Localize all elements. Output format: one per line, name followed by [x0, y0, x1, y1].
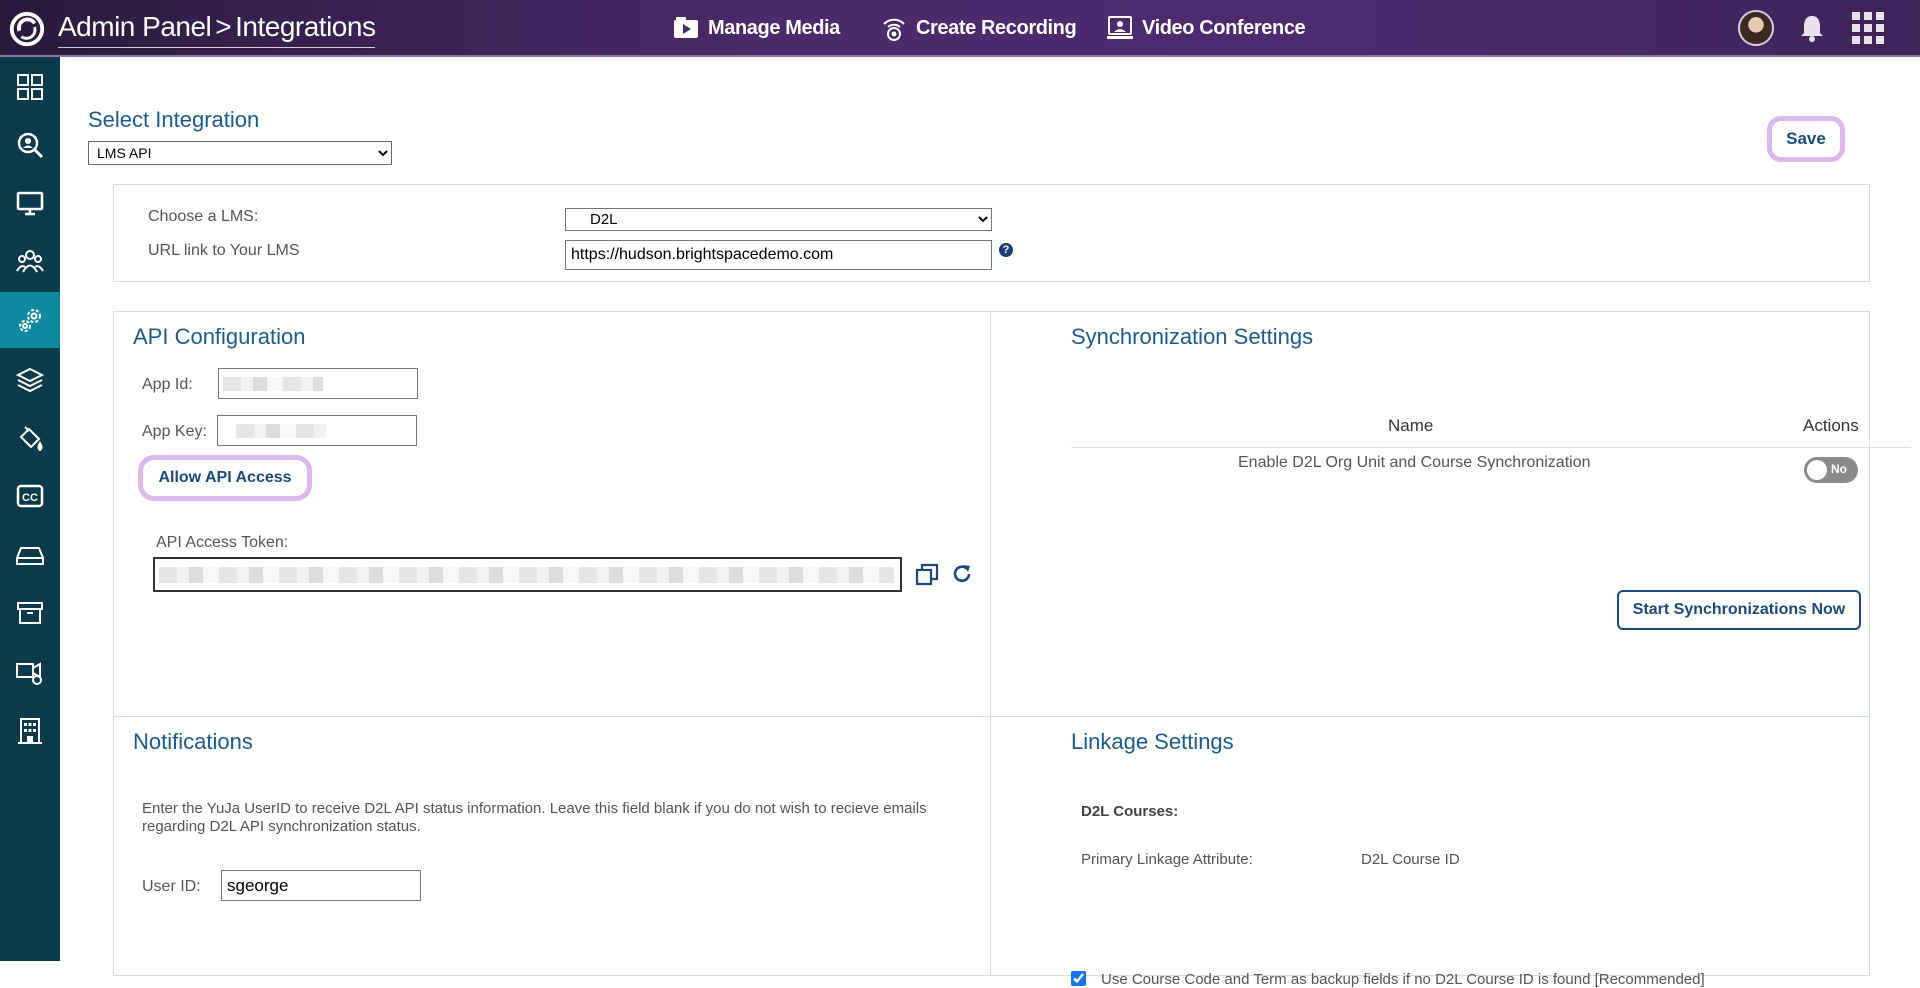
- apps-grid-icon[interactable]: [1852, 12, 1884, 44]
- notifications-heading: Notifications: [133, 729, 253, 754]
- breadcrumb: Admin Panel > Integrations: [58, 11, 376, 48]
- app-id-label: App Id:: [142, 376, 193, 393]
- api-token-redacted: [159, 567, 894, 583]
- user-id-label: User ID:: [142, 878, 201, 895]
- lms-settings-panel: Choose a LMS: D2L URL link to Your LMS ?: [113, 184, 1870, 282]
- api-access-token-field[interactable]: [153, 557, 902, 592]
- camera-settings-icon: [16, 662, 42, 685]
- backup-fields-label: Use Course Code and Term as backup field…: [1101, 971, 1705, 988]
- sidebar-item-institution[interactable]: [0, 703, 60, 759]
- video-conference-button[interactable]: Video Conference: [1106, 12, 1306, 44]
- sidebar-item-captions[interactable]: CC: [0, 468, 60, 524]
- page-title: Select Integration: [88, 107, 260, 132]
- breadcrumb-integrations: Integrations: [235, 11, 376, 42]
- sidebar-item-dashboard[interactable]: [0, 59, 60, 115]
- dashboard-icon: [17, 74, 43, 100]
- user-id-input[interactable]: [221, 870, 421, 901]
- synchronization-settings-panel: Synchronization Settings Name Actions En…: [990, 311, 1911, 717]
- manage-media-button[interactable]: Manage Media: [672, 12, 840, 44]
- video-conference-label: Video Conference: [1142, 16, 1306, 39]
- sidebar-item-monitor[interactable]: [0, 175, 60, 231]
- primary-linkage-value: D2L Course ID: [1361, 851, 1460, 868]
- storage-drive-icon: [16, 547, 44, 565]
- notifications-panel: Notifications Enter the YuJa UserID to r…: [113, 716, 991, 976]
- toggle-state-label: No: [1831, 462, 1847, 476]
- app-key-redacted: [236, 424, 326, 438]
- manage-media-label: Manage Media: [708, 16, 840, 39]
- help-icon[interactable]: ?: [999, 243, 1013, 257]
- yuja-logo-icon[interactable]: [8, 10, 46, 48]
- avatar[interactable]: [1738, 10, 1774, 46]
- toggle-knob: [1807, 460, 1827, 480]
- lms-url-input[interactable]: [565, 240, 992, 270]
- name-column-header: Name: [1388, 416, 1434, 435]
- api-configuration-panel: API Configuration App Id: App Key: Allow…: [113, 311, 991, 717]
- d2l-courses-label: D2L Courses:: [1081, 803, 1179, 820]
- layers-icon: [15, 367, 45, 393]
- app-id-input[interactable]: [218, 368, 418, 399]
- lms-select[interactable]: D2L: [565, 208, 992, 231]
- video-conference-icon: [1107, 16, 1133, 39]
- sidebar-item-settings[interactable]: [0, 292, 60, 348]
- start-synchronizations-button[interactable]: Start Synchronizations Now: [1617, 590, 1861, 630]
- integration-select[interactable]: LMS API: [88, 141, 392, 165]
- backup-fields-checkbox[interactable]: [1071, 971, 1086, 986]
- create-recording-label: Create Recording: [916, 16, 1077, 39]
- media-folder-icon: [674, 17, 698, 38]
- breadcrumb-separator: >: [215, 11, 232, 42]
- app-key-input[interactable]: [217, 415, 417, 446]
- paint-bucket-icon: [19, 426, 43, 452]
- sidebar-item-devices[interactable]: [0, 644, 60, 700]
- create-recording-button[interactable]: Create Recording: [880, 12, 1077, 44]
- main-content: Select Integration LMS API Save Choose a…: [60, 57, 1920, 988]
- sidebar-item-storage[interactable]: [0, 527, 60, 583]
- sidebar-item-archive[interactable]: [0, 585, 60, 641]
- top-bar: Admin Panel > Integrations Manage Media Cr…: [0, 0, 1920, 57]
- building-icon: [18, 718, 42, 744]
- sidebar: CC: [0, 57, 60, 961]
- lms-url-label: URL link to Your LMS: [148, 242, 300, 259]
- copy-icon[interactable]: [914, 562, 940, 588]
- monitor-icon: [16, 191, 44, 216]
- search-icon: [17, 132, 44, 159]
- sidebar-item-search[interactable]: [0, 117, 60, 173]
- users-icon: [16, 250, 44, 273]
- sync-row-name: Enable D2L Org Unit and Course Synchroni…: [1238, 454, 1591, 471]
- archive-icon: [17, 602, 43, 624]
- closed-captions-icon: CC: [16, 484, 44, 508]
- app-key-label: App Key:: [142, 423, 207, 440]
- sidebar-item-theme[interactable]: [0, 410, 60, 466]
- actions-column-header: Actions: [1803, 416, 1859, 435]
- linkage-heading: Linkage Settings: [1071, 729, 1234, 754]
- choose-lms-label: Choose a LMS:: [148, 208, 259, 225]
- primary-linkage-label: Primary Linkage Attribute:: [1081, 851, 1253, 868]
- synchronization-heading: Synchronization Settings: [1071, 324, 1314, 349]
- save-button[interactable]: Save: [1767, 116, 1845, 162]
- bell-icon[interactable]: [1796, 12, 1828, 44]
- refresh-icon[interactable]: [950, 562, 974, 586]
- settings-gears-icon: [19, 309, 41, 332]
- allow-api-access-button[interactable]: Allow API Access: [138, 455, 312, 501]
- api-access-token-label: API Access Token:: [156, 534, 289, 551]
- api-configuration-heading: API Configuration: [133, 324, 306, 349]
- app-id-redacted: [223, 377, 323, 391]
- linkage-settings-panel: Linkage Settings D2L Courses: Primary Li…: [990, 716, 1870, 988]
- notifications-description: Enter the YuJa UserID to receive D2L API…: [142, 800, 927, 835]
- sidebar-item-layers[interactable]: [0, 352, 60, 408]
- sync-toggle[interactable]: No: [1804, 457, 1858, 483]
- table-header-divider: [1071, 447, 1911, 448]
- recording-icon: [883, 18, 905, 41]
- breadcrumb-admin-panel[interactable]: Admin Panel: [58, 11, 212, 42]
- sidebar-item-users[interactable]: [0, 233, 60, 289]
- svg-text:CC: CC: [22, 492, 38, 504]
